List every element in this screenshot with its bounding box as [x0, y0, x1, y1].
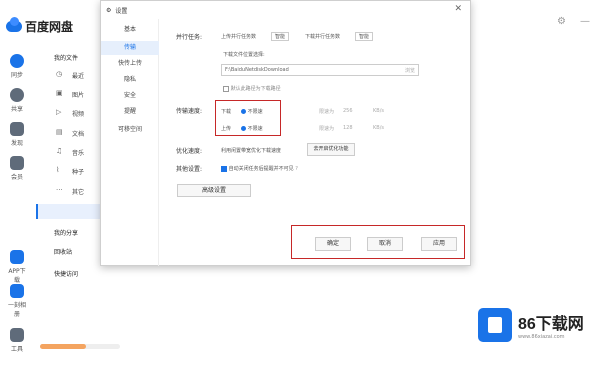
- other-settings-label: 其他设置:: [176, 166, 203, 173]
- checkbox-checked-icon: [221, 165, 227, 172]
- sidebar-item-videos[interactable]: 视频: [72, 109, 84, 118]
- rail-item-discover[interactable]: 发现: [6, 122, 28, 147]
- dialog-nav: 基本 传输 快传上传 隐私 安全 提醒 可移空间: [101, 19, 159, 266]
- sidebar-item-images[interactable]: 图片: [72, 90, 84, 99]
- gear-icon: ⚙: [106, 7, 112, 14]
- music-icon: ♫: [56, 147, 63, 155]
- tab-reminder[interactable]: 提醒: [101, 105, 159, 119]
- tab-security[interactable]: 安全: [101, 89, 159, 103]
- rail-label: 发现: [10, 140, 23, 147]
- settings-icon[interactable]: ⚙: [557, 16, 566, 27]
- download-limit-label: 限速为: [319, 109, 335, 115]
- other-settings-checkbox[interactable]: 自动关闭任务后提醒并不可见 ?: [221, 165, 298, 172]
- tab-space[interactable]: 可移空间: [101, 123, 159, 137]
- other-settings-text: 自动关闭任务后提醒并不可见: [228, 166, 294, 172]
- rail-label: 共享: [10, 106, 23, 113]
- sidebar-item-my-share[interactable]: 我的分享: [54, 228, 78, 237]
- phone-icon: [10, 250, 24, 264]
- rail-label: 会员: [10, 174, 23, 181]
- watermark-title: 86下载网: [518, 316, 584, 333]
- rail-label: 一刻相册: [7, 302, 26, 318]
- advanced-settings-button[interactable]: 高级设置: [177, 184, 251, 197]
- default-path-checkbox[interactable]: 默认此路径为下载路径: [223, 85, 281, 92]
- download-parallel-select[interactable]: 智能: [355, 32, 374, 41]
- quick-access-heading[interactable]: 快捷访问: [54, 269, 78, 278]
- sidebar-item-recycle[interactable]: 回收站: [54, 247, 72, 256]
- parallel-label: 并行任务:: [176, 34, 203, 41]
- torrent-icon: ⌇: [56, 166, 60, 174]
- storage-bar-fill: [40, 344, 87, 349]
- discover-icon: [10, 122, 24, 136]
- storage-bar: [40, 344, 120, 349]
- sidebar-item-other[interactable]: 其它: [72, 187, 84, 196]
- app-title: 百度网盘: [25, 20, 74, 34]
- document-icon: ▤: [56, 128, 63, 136]
- rail-label: 工具: [10, 346, 23, 353]
- highlight-speed-box: [215, 100, 281, 136]
- download-path-input[interactable]: F:\BaiduNetdiskDownload: [221, 64, 419, 76]
- upload-limit-label: 限速为: [319, 126, 335, 132]
- album-icon: [10, 284, 24, 298]
- rail-item-share[interactable]: 共享: [6, 88, 28, 113]
- download-path-label: 下载文件位置选择:: [223, 52, 265, 58]
- rail-item-album[interactable]: 一刻相册: [6, 284, 28, 318]
- sync-icon: [10, 54, 24, 68]
- window-controls: ⚙ —: [557, 16, 590, 27]
- cloud-logo-icon: [6, 17, 22, 32]
- browse-button[interactable]: 浏览: [405, 67, 415, 74]
- watermark: 86下载网 www.86xiazai.com: [478, 308, 584, 342]
- tab-privacy[interactable]: 隐私: [101, 73, 159, 87]
- close-icon[interactable]: ✕: [454, 4, 462, 14]
- tab-basic[interactable]: 基本: [101, 23, 159, 37]
- minimize-icon[interactable]: —: [580, 16, 590, 27]
- image-icon: ▣: [56, 89, 63, 97]
- recent-icon: ◷: [56, 70, 63, 78]
- sidebar-selected-row[interactable]: [36, 204, 100, 219]
- more-icon: ···: [56, 186, 63, 194]
- upload-parallel-label: 上传并行任务数: [221, 34, 257, 40]
- main-window: 百度网盘 同步 共享 发现 会员 APP下载 一刻相册 工具 我的文件 ◷ 最近…: [0, 0, 596, 366]
- upload-parallel-select[interactable]: 智能: [271, 32, 290, 41]
- help-icon[interactable]: ?: [295, 166, 298, 172]
- upload-limit-value[interactable]: 128: [343, 125, 353, 131]
- tools-icon: [10, 328, 24, 342]
- enable-optimize-button[interactable]: 去开启优化功能: [307, 143, 355, 156]
- sidebar-item-docs[interactable]: 文档: [72, 129, 84, 138]
- sidebar-item-torrents[interactable]: 种子: [72, 167, 84, 176]
- highlight-footer-box: [291, 225, 465, 259]
- watermark-sub: www.86xiazai.com: [518, 334, 565, 340]
- download-limit-unit: KB/s: [373, 108, 384, 114]
- dialog-title-bar: ⚙ 设置: [106, 6, 127, 15]
- rail-item-app-download[interactable]: APP下载: [6, 250, 28, 284]
- settings-dialog: ⚙ 设置 ✕ 基本 传输 快传上传 隐私 安全 提醒 可移空间 并行任务: 上传…: [100, 0, 471, 266]
- sidebar-item-music[interactable]: 音乐: [72, 148, 84, 157]
- default-path-label: 默认此路径为下载路径: [230, 86, 281, 92]
- optimize-label: 优化速度:: [176, 148, 203, 155]
- upload-limit-unit: KB/s: [373, 125, 384, 131]
- dialog-title: 设置: [115, 8, 128, 15]
- my-files-heading[interactable]: 我的文件: [54, 53, 78, 62]
- sidebar-item-recent[interactable]: 最近: [72, 71, 84, 80]
- watermark-logo-icon: [478, 308, 512, 342]
- rail-label: 同步: [10, 72, 23, 79]
- optimize-text: 利用闲置带宽优化下载速度: [221, 148, 282, 154]
- tab-transfer[interactable]: 传输: [101, 41, 159, 55]
- download-parallel-label: 下载并行任务数: [305, 34, 341, 40]
- rail-item-tools[interactable]: 工具: [6, 328, 28, 353]
- vip-icon: [10, 156, 24, 170]
- tab-quick-upload[interactable]: 快传上传: [101, 57, 159, 71]
- download-limit-value[interactable]: 256: [343, 108, 353, 114]
- left-rail: 同步 共享 发现 会员 APP下载 一刻相册 工具: [0, 48, 34, 366]
- app-logo: 百度网盘: [6, 17, 74, 35]
- rail-item-sync[interactable]: 同步: [6, 54, 28, 79]
- video-icon: ▷: [56, 108, 62, 116]
- speed-label: 传输速度:: [176, 108, 203, 115]
- share-icon: [10, 88, 24, 102]
- checkbox-icon: [223, 85, 229, 92]
- rail-item-vip[interactable]: 会员: [6, 156, 28, 181]
- rail-label: APP下载: [8, 268, 26, 284]
